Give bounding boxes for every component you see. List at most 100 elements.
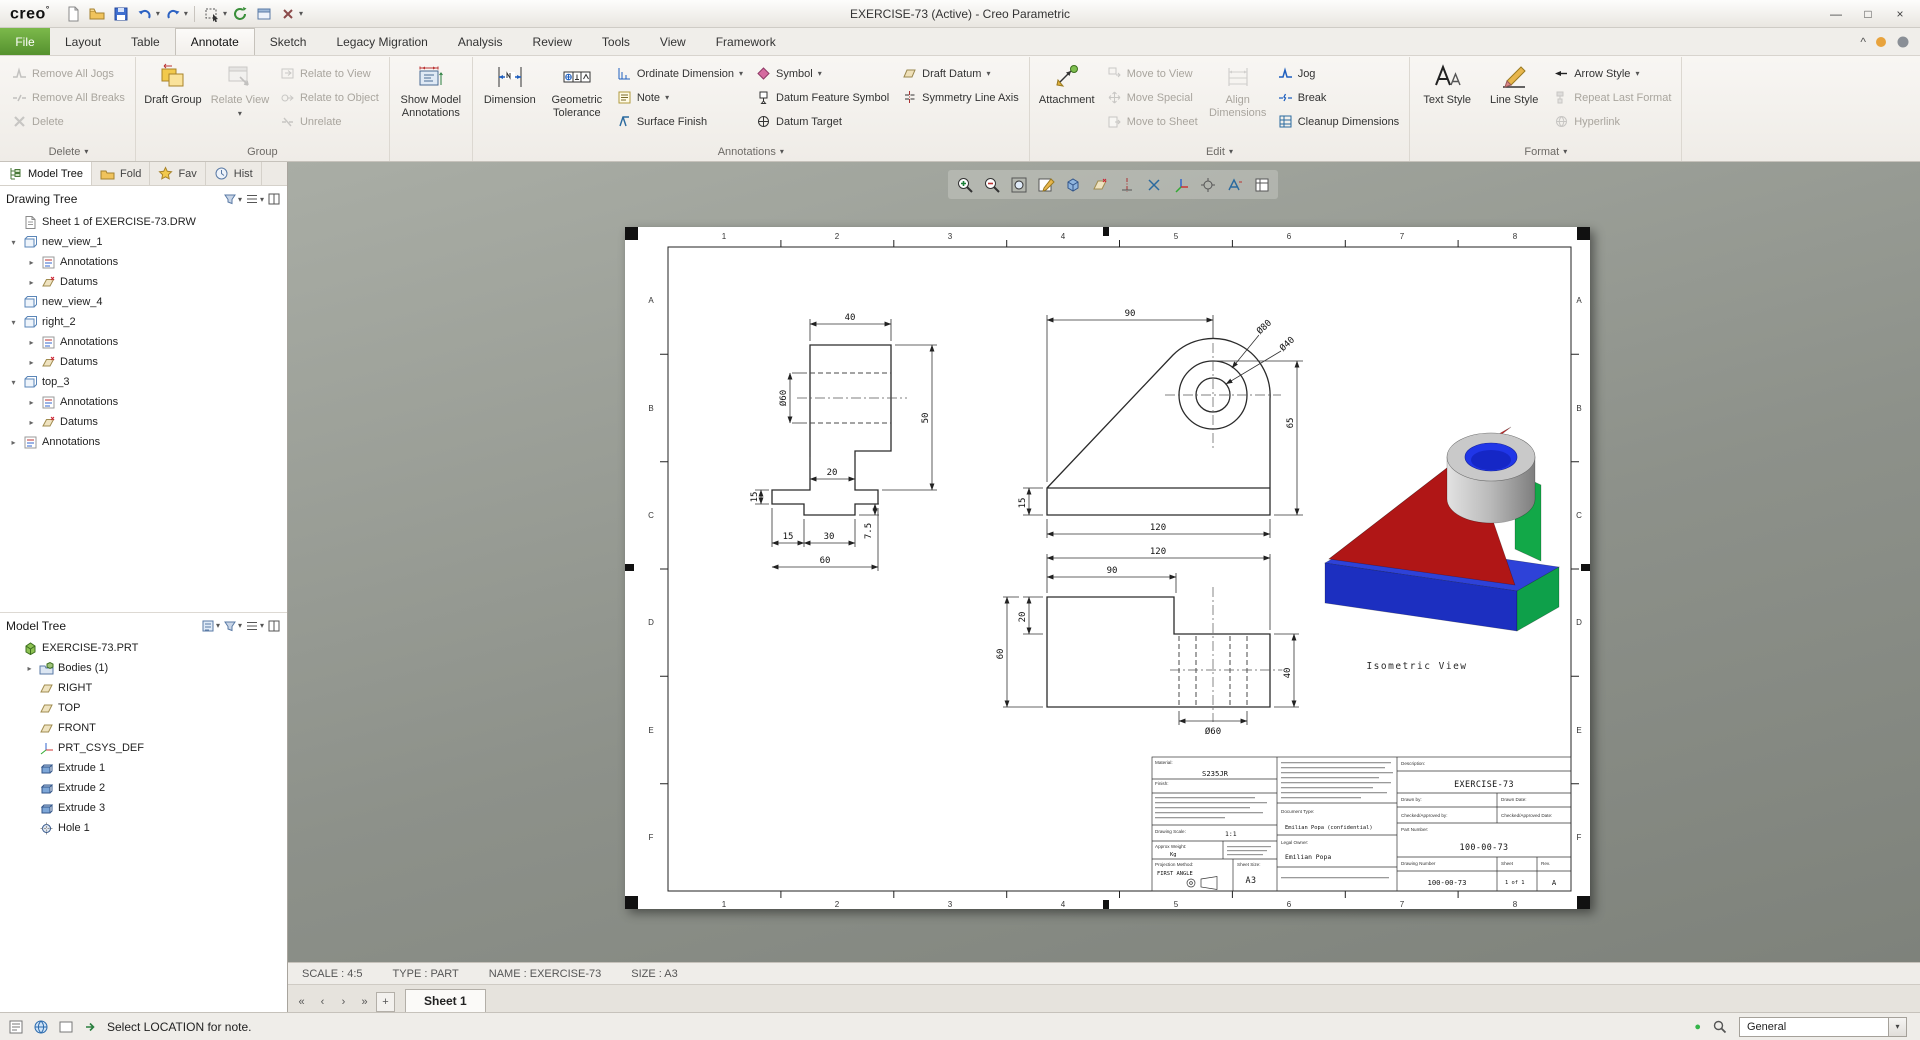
tree-item-view[interactable]: ▾ new_view_1 <box>0 232 287 252</box>
draft-datum-button[interactable]: Draft Datum ▾ <box>897 62 1024 85</box>
datum-axis-display-button[interactable] <box>1114 172 1139 197</box>
maximize-button[interactable]: □ <box>1852 3 1884 25</box>
tree-item-part[interactable]: EXERCISE-73.PRT <box>0 638 287 658</box>
format-group-label[interactable]: Format ▾ <box>1415 142 1676 161</box>
symmetry-line-axis-button[interactable]: Symmetry Line Axis <box>897 86 1024 109</box>
view-manager-button[interactable] <box>1249 172 1274 197</box>
tree-item-bodies[interactable]: ▸ Bodies (1) <box>0 658 287 678</box>
spin-center-button[interactable] <box>1195 172 1220 197</box>
datum-target-button[interactable]: Datum Target <box>751 110 894 133</box>
zoom-in-button[interactable] <box>952 172 977 197</box>
cleanup-dimensions-button[interactable]: Cleanup Dimensions <box>1273 110 1405 133</box>
geometric-tolerance-button[interactable]: Geometric Tolerance <box>545 59 609 135</box>
navigator-tab-history[interactable]: Hist <box>206 162 262 185</box>
tab-framework[interactable]: Framework <box>701 28 791 55</box>
close-window-button[interactable] <box>277 3 299 25</box>
tree-item-annotations[interactable]: ▸ Annotations <box>0 432 287 452</box>
move-special-button[interactable]: Move Special <box>1102 86 1203 109</box>
relate-to-view-button[interactable]: Relate to View <box>275 62 384 85</box>
sheet-tab[interactable]: Sheet 1 <box>405 989 486 1012</box>
model-tree-show-button[interactable]: ▾ <box>201 619 220 633</box>
delete-button[interactable]: Delete <box>7 110 130 133</box>
model-tree-columns-button[interactable] <box>267 619 281 633</box>
select-mode-caret[interactable]: ▾ <box>223 9 227 18</box>
tree-item-extrude[interactable]: Extrude 3 <box>0 798 287 818</box>
redo-menu-caret[interactable]: ▾ <box>184 9 188 18</box>
delete-group-label[interactable]: Delete ▾ <box>7 142 130 161</box>
minimize-button[interactable]: — <box>1820 3 1852 25</box>
refit-button[interactable] <box>1006 172 1031 197</box>
datum-point-display-button[interactable] <box>1141 172 1166 197</box>
tree-item-extrude[interactable]: Extrude 1 <box>0 758 287 778</box>
tree-item-annotations[interactable]: ▸ Annotations <box>0 392 287 412</box>
navigator-tab-model-tree[interactable]: Model Tree <box>0 162 93 185</box>
tree-item-annotations[interactable]: ▸ Annotations <box>0 252 287 272</box>
display-style-button[interactable] <box>1060 172 1085 197</box>
break-button[interactable]: Break <box>1273 86 1405 109</box>
undo-button[interactable] <box>134 3 156 25</box>
hyperlink-button[interactable]: Hyperlink <box>1549 110 1676 133</box>
tab-sketch[interactable]: Sketch <box>255 28 322 55</box>
web-browser-button[interactable] <box>32 1018 50 1036</box>
move-to-view-button[interactable]: Move to View <box>1102 62 1203 85</box>
navigator-tab-favorites[interactable]: Fav <box>150 162 206 185</box>
tab-tools[interactable]: Tools <box>587 28 645 55</box>
tree-item-view[interactable]: ▾ right_2 <box>0 312 287 332</box>
tree-item-datums[interactable]: ▸ Datums <box>0 352 287 372</box>
tab-table[interactable]: Table <box>116 28 175 55</box>
tab-file[interactable]: File <box>0 28 50 55</box>
undo-menu-caret[interactable]: ▾ <box>156 9 160 18</box>
tree-item-view[interactable]: ▾ top_3 <box>0 372 287 392</box>
remove-all-jogs-button[interactable]: Remove All Jogs <box>7 62 130 85</box>
close-button[interactable]: × <box>1884 3 1916 25</box>
first-sheet-button[interactable]: « <box>292 992 311 1012</box>
remove-all-breaks-button[interactable]: Remove All Breaks <box>7 86 130 109</box>
quick-access-overflow-caret[interactable]: ▾ <box>299 9 303 18</box>
annotation-display-button[interactable] <box>1222 172 1247 197</box>
symbol-button[interactable]: Symbol ▾ <box>751 62 894 85</box>
annotations-group-label[interactable]: Annotations ▾ <box>478 142 1024 161</box>
last-sheet-button[interactable]: » <box>355 992 374 1012</box>
connection-status-icon[interactable] <box>1874 35 1888 49</box>
relate-view-button[interactable]: Relate View ▾ <box>208 59 272 135</box>
relate-to-object-button[interactable]: Relate to Object <box>275 86 384 109</box>
message-log-button[interactable] <box>7 1018 25 1036</box>
model-tree-filter-button[interactable]: ▾ <box>223 619 242 633</box>
tree-item-datum-plane[interactable]: FRONT <box>0 718 287 738</box>
new-file-button[interactable] <box>62 3 84 25</box>
tab-analysis[interactable]: Analysis <box>443 28 518 55</box>
draft-group-button[interactable]: Draft Group <box>141 59 205 135</box>
drawing-tree-settings-button[interactable]: ▾ <box>245 192 264 206</box>
regenerate-button[interactable] <box>229 3 251 25</box>
drawing-tree-columns-button[interactable] <box>267 192 281 206</box>
tree-item-sheet[interactable]: Sheet 1 of EXERCISE-73.DRW <box>0 212 287 232</box>
tab-view[interactable]: View <box>645 28 701 55</box>
save-button[interactable] <box>110 3 132 25</box>
ordinate-dimension-button[interactable]: Ordinate Dimension ▾ <box>612 62 748 85</box>
tree-item-csys[interactable]: PRT_CSYS_DEF <box>0 738 287 758</box>
attachment-button[interactable]: Attachment <box>1035 59 1099 135</box>
tab-legacy-migration[interactable]: Legacy Migration <box>321 28 442 55</box>
drawing-tree-filter-button[interactable]: ▾ <box>223 192 242 206</box>
unrelate-button[interactable]: Unrelate <box>275 110 384 133</box>
csys-display-button[interactable] <box>1168 172 1193 197</box>
zoom-out-button[interactable] <box>979 172 1004 197</box>
model-tree-settings-button[interactable]: ▾ <box>245 619 264 633</box>
tree-item-extrude[interactable]: Extrude 2 <box>0 778 287 798</box>
jog-button[interactable]: Jog <box>1273 62 1405 85</box>
navigator-tab-folder[interactable]: Fold <box>92 162 151 185</box>
show-model-annotations-button[interactable]: Show Model Annotations <box>395 59 467 135</box>
open-file-button[interactable] <box>86 3 108 25</box>
text-style-button[interactable]: Text Style <box>1415 59 1479 135</box>
line-style-button[interactable]: Line Style <box>1482 59 1546 135</box>
datum-plane-display-button[interactable] <box>1087 172 1112 197</box>
note-button[interactable]: Note ▾ <box>612 86 748 109</box>
selection-filter-dropdown[interactable]: ▾ <box>1889 1016 1907 1037</box>
edit-group-label[interactable]: Edit ▾ <box>1035 142 1404 161</box>
tab-layout[interactable]: Layout <box>50 28 116 55</box>
tree-item-view[interactable]: new_view_4 <box>0 292 287 312</box>
dimension-button[interactable]: Dimension <box>478 59 542 135</box>
previous-sheet-button[interactable]: ‹ <box>313 992 332 1012</box>
selection-filter-value[interactable]: General <box>1739 1016 1889 1037</box>
surface-finish-button[interactable]: Surface Finish <box>612 110 748 133</box>
